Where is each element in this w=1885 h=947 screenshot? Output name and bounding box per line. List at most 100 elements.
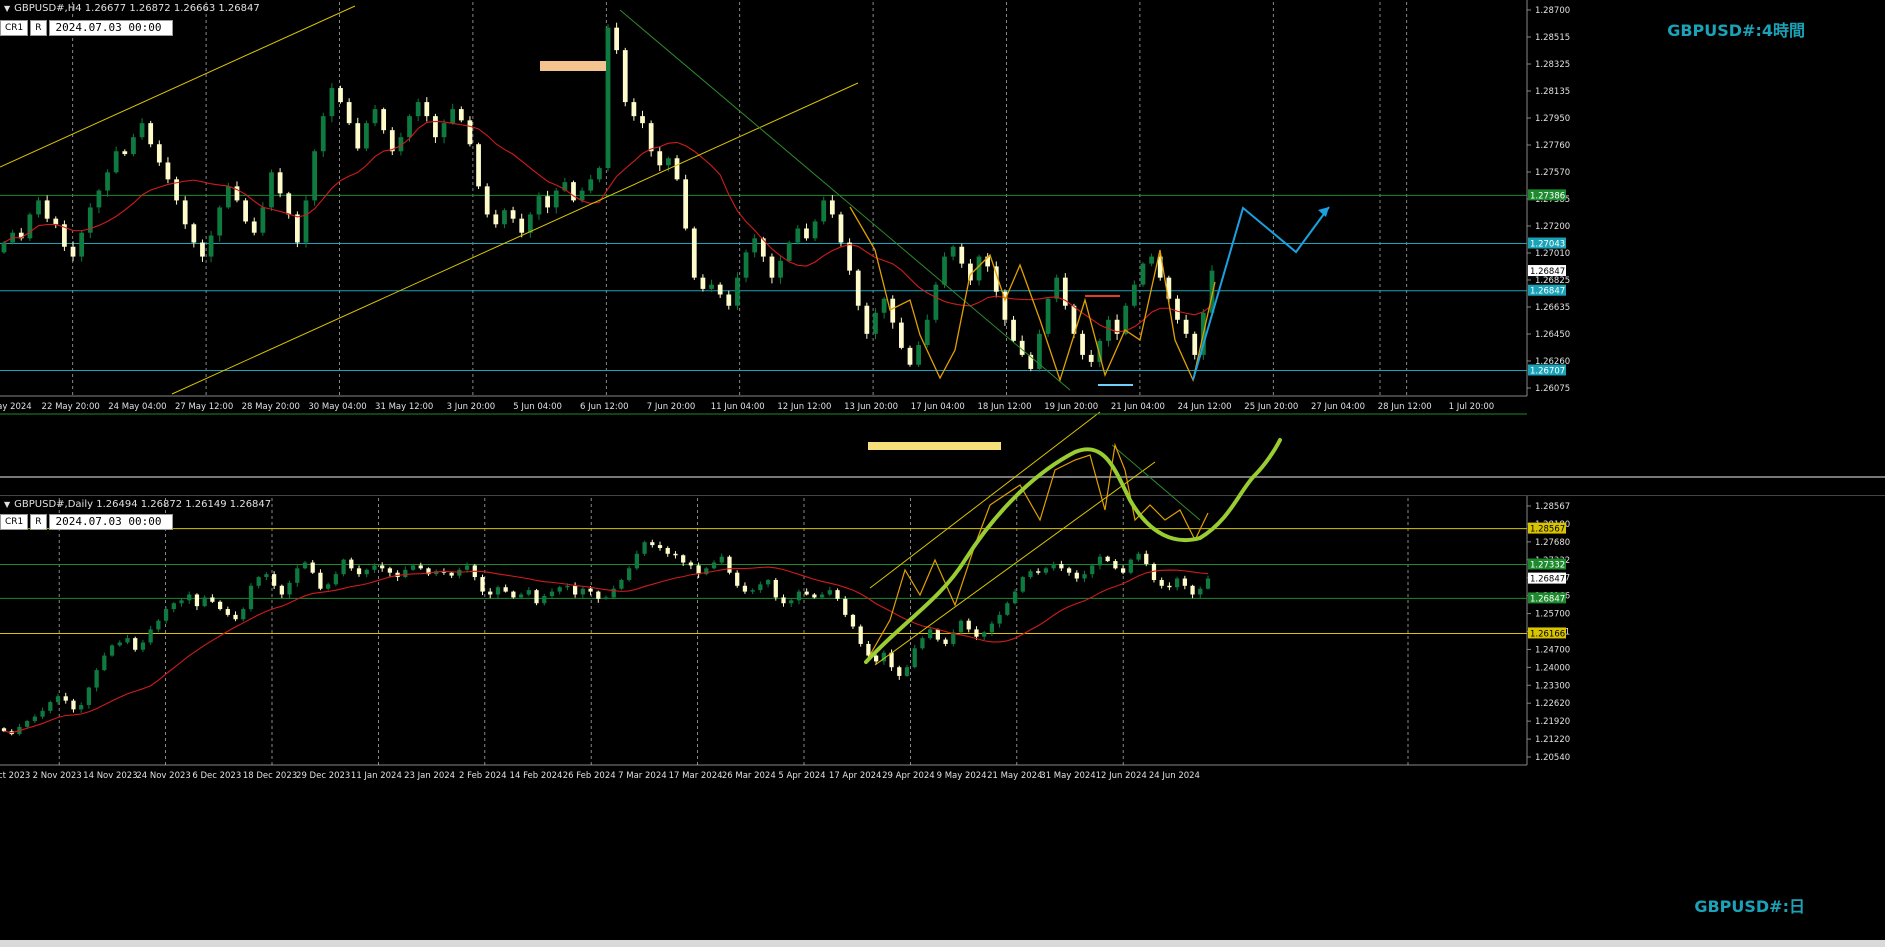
- candle-body: [526, 590, 531, 595]
- collapse-triangle-icon[interactable]: ▼: [4, 500, 10, 509]
- candle-body: [333, 574, 338, 585]
- x-tick-label: 14 Feb 2024: [510, 771, 563, 781]
- y-tick-label: 1.27760: [1535, 141, 1570, 151]
- r-label[interactable]: R: [30, 20, 47, 36]
- candle-body: [1136, 553, 1141, 560]
- candle-body: [403, 569, 408, 578]
- candle-body: [320, 116, 326, 152]
- cr1-label[interactable]: CR1: [0, 20, 29, 36]
- candle-body: [356, 568, 362, 575]
- h4-chart-header: ▼ GBPUSD#,H4 1.26677 1.26872 1.26663 1.26…: [4, 3, 260, 14]
- candle-body: [681, 555, 686, 563]
- candle-body: [165, 162, 171, 180]
- candle-body: [410, 565, 416, 570]
- candle-body: [476, 144, 481, 187]
- candle-body: [225, 186, 231, 208]
- candle-body: [789, 600, 794, 604]
- candle-body: [194, 594, 200, 607]
- candle-body: [942, 256, 947, 285]
- h4-date-field[interactable]: 2024.07.03 00:00: [48, 20, 173, 36]
- daily-chart-panel[interactable]: 24 Oct 20232 Nov 202314 Nov 202324 Nov 2…: [0, 496, 1885, 946]
- candle-body: [349, 559, 354, 569]
- x-tick-label: 29 Dec 2023: [296, 771, 350, 781]
- candle-body: [966, 620, 971, 630]
- candle-body: [1088, 354, 1094, 362]
- candle-body: [778, 260, 783, 278]
- candle-body: [704, 568, 709, 575]
- x-tick-label: 2 Nov 2023: [33, 771, 82, 781]
- x-tick-label: 24 May 04:00: [108, 402, 166, 412]
- candle-body: [742, 585, 748, 592]
- collapse-triangle-icon[interactable]: ▼: [4, 4, 10, 13]
- candle-body: [467, 120, 473, 145]
- candle-body: [1005, 603, 1010, 615]
- candle-body: [916, 345, 922, 365]
- candle-body: [864, 305, 870, 334]
- candle-body: [580, 588, 585, 595]
- candle-body: [683, 179, 689, 229]
- candle-body: [700, 277, 706, 289]
- candle-body: [827, 590, 832, 595]
- candle-body: [279, 585, 284, 595]
- candle-body: [32, 716, 37, 721]
- highlight-box: [540, 61, 606, 71]
- candle-body: [139, 123, 145, 138]
- candle-body: [458, 109, 464, 121]
- x-tick-label: 9 May 2024: [937, 771, 987, 781]
- candle-body: [519, 218, 525, 233]
- candle-body: [295, 568, 300, 583]
- candle-body: [372, 565, 377, 570]
- candle-body: [719, 556, 724, 563]
- candle-body: [511, 591, 516, 598]
- daily-date-field[interactable]: 2024.07.03 00:00: [48, 514, 173, 530]
- candle-body: [217, 207, 223, 236]
- candle-body: [752, 238, 758, 253]
- x-tick-label: 24 Jun 2024: [1149, 771, 1200, 781]
- x-tick-label: 30 May 04:00: [308, 402, 366, 412]
- y-tick-label: 1.26825: [1535, 276, 1570, 286]
- cr1-label[interactable]: CR1: [0, 514, 29, 530]
- y-tick-label: 1.27950: [1535, 114, 1570, 124]
- candle-body: [1, 728, 7, 732]
- candle-body: [148, 123, 154, 145]
- candle-body: [208, 235, 214, 257]
- x-tick-label: 17 Jun 04:00: [911, 402, 965, 412]
- price-label-text: 1.26707: [1530, 366, 1565, 376]
- candle-body: [665, 547, 670, 554]
- candle-body: [329, 88, 335, 117]
- candle-body: [696, 565, 701, 575]
- candle-body: [769, 256, 775, 278]
- candle-body: [573, 585, 578, 595]
- candle-body: [855, 270, 861, 306]
- candle-body: [79, 705, 84, 710]
- candle-body: [277, 172, 283, 194]
- candle-body: [1036, 571, 1041, 573]
- x-tick-label: 26 Mar 2024: [722, 771, 776, 781]
- candle-body: [1090, 565, 1095, 575]
- candle-body: [518, 594, 524, 598]
- candle-body: [627, 568, 632, 580]
- x-tick-label: 18 Dec 2023: [243, 771, 297, 781]
- panel-separator[interactable]: [0, 476, 1885, 496]
- candle-body: [781, 597, 786, 604]
- candle-body: [1051, 563, 1056, 569]
- candle-body: [341, 559, 346, 575]
- x-tick-label: 25 Jun 20:00: [1244, 402, 1298, 412]
- x-tick-label: 18 Jun 12:00: [978, 402, 1032, 412]
- x-tick-label: 11 Jun 04:00: [711, 402, 765, 412]
- candle-body: [364, 123, 369, 149]
- h4-chart-panel[interactable]: 21 May 2024 22 May 20:00 24 May 04:00 27 Ma…: [0, 0, 1885, 476]
- candle-body: [634, 553, 639, 569]
- candle-body: [182, 200, 188, 225]
- x-tick-label: 17 Mar 2024: [669, 771, 723, 781]
- price-label-text: 1.26847: [1530, 594, 1565, 604]
- price-label-text: 1.27043: [1530, 240, 1565, 250]
- candle-body: [847, 242, 852, 271]
- candle-body: [1175, 578, 1180, 588]
- candle-body: [1192, 333, 1198, 355]
- x-tick-label: 1 Jul 20:00: [1449, 402, 1495, 412]
- x-tick-label: 12 Jun 12:00: [777, 402, 831, 412]
- y-tick-label: 1.27200: [1535, 222, 1570, 232]
- r-label[interactable]: R: [30, 514, 47, 530]
- x-tick-label: 5 Jun 04:00: [513, 402, 562, 412]
